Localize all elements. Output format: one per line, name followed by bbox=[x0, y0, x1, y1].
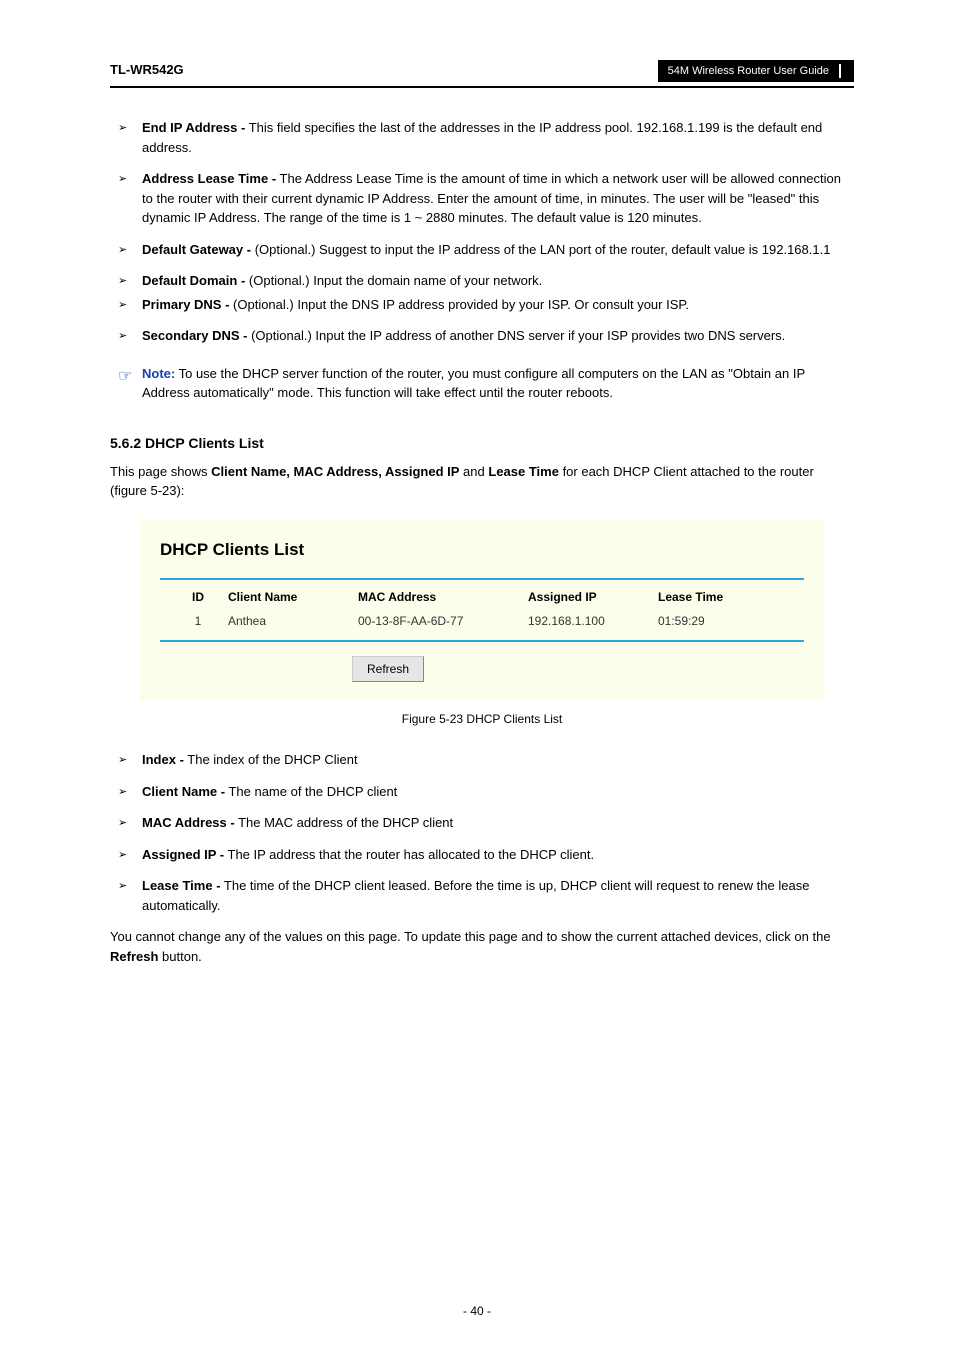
product-model: TL-WR542G bbox=[110, 62, 184, 77]
bullet-end-ip: ➢ End IP Address - This field specifies … bbox=[110, 118, 854, 157]
figure-separator bbox=[160, 640, 804, 642]
arrow-bullet-icon: ➢ bbox=[118, 845, 142, 865]
refresh-button[interactable]: Refresh bbox=[352, 656, 424, 682]
figure-title: DHCP Clients List bbox=[160, 537, 804, 563]
arrow-bullet-icon: ➢ bbox=[118, 240, 142, 260]
bullet-index: ➢ Index - The index of the DHCP Client bbox=[110, 750, 854, 770]
arrow-bullet-icon: ➢ bbox=[118, 169, 142, 228]
bullet-lease-time: ➢ Address Lease Time - The Address Lease… bbox=[110, 169, 854, 228]
bullet-client-name: ➢ Client Name - The name of the DHCP cli… bbox=[110, 782, 854, 802]
page-number: - 40 - bbox=[0, 1304, 954, 1318]
arrow-bullet-icon: ➢ bbox=[118, 326, 142, 346]
table-cell: 192.168.1.100 bbox=[528, 612, 658, 630]
note-text: Note: To use the DHCP server function of… bbox=[142, 364, 854, 403]
bullet-text: Assigned IP - The IP address that the ro… bbox=[142, 845, 854, 865]
table-cell: Anthea bbox=[228, 612, 358, 630]
bullet-text: Address Lease Time - The Address Lease T… bbox=[142, 169, 854, 228]
arrow-bullet-icon: ➢ bbox=[118, 295, 142, 315]
bullet-secondary-dns: ➢ Secondary DNS - (Optional.) Input the … bbox=[110, 326, 854, 346]
page-content: ➢ End IP Address - This field specifies … bbox=[110, 118, 854, 966]
figure-separator bbox=[160, 578, 804, 580]
arrow-bullet-icon: ➢ bbox=[118, 750, 142, 770]
document-title-text: 54M Wireless Router User Guide bbox=[668, 65, 829, 77]
section-intro: This page shows Client Name, MAC Address… bbox=[110, 462, 854, 501]
bullet-mac-address: ➢ MAC Address - The MAC address of the D… bbox=[110, 813, 854, 833]
bullet-text: Lease Time - The time of the DHCP client… bbox=[142, 876, 854, 915]
arrow-bullet-icon: ➢ bbox=[118, 813, 142, 833]
arrow-bullet-icon: ➢ bbox=[118, 782, 142, 802]
figure-caption: Figure 5-23 DHCP Clients List bbox=[110, 710, 854, 728]
col-header-mac: MAC Address bbox=[358, 588, 528, 606]
dhcp-clients-figure: DHCP Clients List ID 1 Client Name Anthe… bbox=[140, 519, 824, 701]
section-heading: 5.6.2 DHCP Clients List bbox=[110, 433, 854, 454]
bullet-primary-dns: ➢ Primary DNS - (Optional.) Input the DN… bbox=[110, 295, 854, 315]
bullet-text: Index - The index of the DHCP Client bbox=[142, 750, 854, 770]
bullet-text: Default Domain - (Optional.) Input the d… bbox=[142, 271, 854, 291]
bullet-text: MAC Address - The MAC address of the DHC… bbox=[142, 813, 854, 833]
bullet-text: Primary DNS - (Optional.) Input the DNS … bbox=[142, 295, 854, 315]
arrow-bullet-icon: ➢ bbox=[118, 876, 142, 915]
col-header-name: Client Name bbox=[228, 588, 358, 606]
bullet-default-gateway: ➢ Default Gateway - (Optional.) Suggest … bbox=[110, 240, 854, 260]
col-header-id: ID bbox=[168, 588, 228, 606]
bullet-assigned-ip: ➢ Assigned IP - The IP address that the … bbox=[110, 845, 854, 865]
bullet-text: End IP Address - This field specifies th… bbox=[142, 118, 854, 157]
table-cell: 1 bbox=[168, 612, 228, 630]
table-cell: 01:59:29 bbox=[658, 612, 748, 630]
arrow-bullet-icon: ➢ bbox=[118, 271, 142, 291]
document-header: TL-WR542G 54M Wireless Router User Guide bbox=[110, 60, 854, 88]
col-header-ip: Assigned IP bbox=[528, 588, 658, 606]
note-block: ☞ Note: To use the DHCP server function … bbox=[118, 364, 854, 403]
clients-table: ID 1 Client Name Anthea MAC Address 00-1… bbox=[160, 588, 804, 630]
bullet-lease-time-2: ➢ Lease Time - The time of the DHCP clie… bbox=[110, 876, 854, 915]
bullet-text: Default Gateway - (Optional.) Suggest to… bbox=[142, 240, 854, 260]
table-cell: 00-13-8F-AA-6D-77 bbox=[358, 612, 528, 630]
pointing-hand-icon: ☞ bbox=[118, 364, 142, 403]
bullet-text: Client Name - The name of the DHCP clien… bbox=[142, 782, 854, 802]
bullet-default-domain: ➢ Default Domain - (Optional.) Input the… bbox=[110, 271, 854, 291]
closing-paragraph: You cannot change any of the values on t… bbox=[110, 927, 854, 966]
header-divider bbox=[839, 64, 841, 78]
col-header-lease: Lease Time bbox=[658, 588, 748, 606]
document-title: 54M Wireless Router User Guide bbox=[658, 60, 854, 82]
bullet-text: Secondary DNS - (Optional.) Input the IP… bbox=[142, 326, 854, 346]
arrow-bullet-icon: ➢ bbox=[118, 118, 142, 157]
